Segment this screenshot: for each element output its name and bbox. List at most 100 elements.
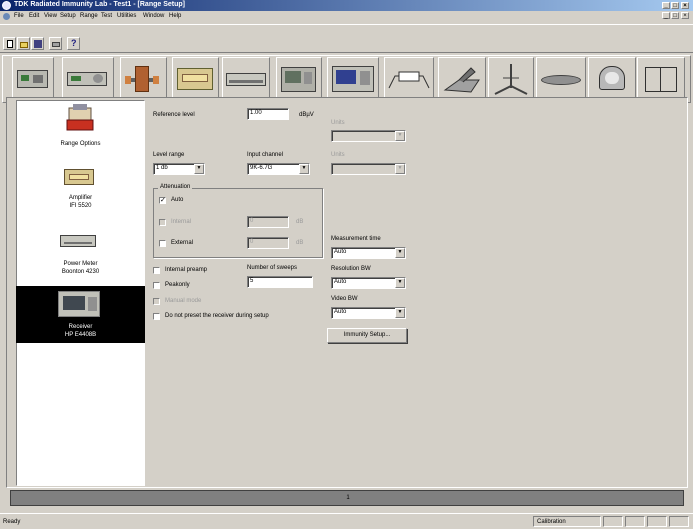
mdi-close-button[interactable]: ×	[681, 12, 689, 19]
standard-toolbar: ?	[0, 24, 693, 53]
attenuation-group-title: Attenuation	[158, 184, 193, 190]
save-icon[interactable]	[31, 37, 44, 50]
receiver-device-icon	[58, 291, 100, 317]
status-panel	[669, 516, 689, 527]
chevron-down-icon: ▼	[395, 278, 405, 288]
menu-file[interactable]: File	[14, 13, 24, 19]
menu-setup[interactable]: Setup	[60, 13, 76, 19]
resolution-bw-dropdown[interactable]: Auto ▼	[331, 277, 406, 289]
sidebar-item-sublabel: HP E4408B	[64, 332, 97, 338]
page-indicator-bar: 1	[10, 490, 684, 506]
sidebar-item-receiver[interactable]: Receiver HP E4408B	[16, 286, 145, 343]
manual-mode-label: Manual mode	[165, 298, 202, 304]
level-range-label: Level range	[153, 152, 185, 158]
attenuation-internal-value: 0	[250, 218, 254, 224]
print-icon[interactable]	[49, 37, 62, 50]
menu-utilities[interactable]: Utilities	[117, 13, 136, 19]
chevron-down-icon: ▼	[299, 164, 309, 174]
menu-help[interactable]: Help	[169, 13, 181, 19]
input-channel-dropdown[interactable]: 9K-6.7G ▼	[247, 163, 310, 175]
video-bw-value: Auto	[334, 309, 347, 315]
peakonly-label: Peakonly	[165, 282, 190, 288]
menu-window[interactable]: Window	[143, 13, 164, 19]
menu-bar: File Edit View Setup Range Test Utilitie…	[0, 11, 693, 22]
title-bar: TDK Radiated Immunity Lab - Test1 - [Ran…	[0, 0, 693, 11]
chevron-down-icon: ▼	[395, 308, 405, 318]
sidebar-item-label: Amplifier	[68, 195, 93, 201]
menu-view[interactable]: View	[44, 13, 57, 19]
units2-dropdown[interactable]: ▼	[331, 163, 406, 175]
input-channel-label: Input channel	[247, 152, 284, 158]
sidebar-item-sublabel: IFI 5520	[69, 203, 92, 209]
attenuation-external-unit: dB	[296, 240, 304, 246]
reference-level-unit: dBµV	[299, 112, 314, 118]
chevron-down-icon: ▼	[395, 164, 405, 174]
input-channel-value: 9K-6.7G	[250, 165, 273, 171]
do-not-preset-label: Do not preset the receiver during setup	[165, 313, 269, 319]
attenuation-internal-input[interactable]: 0	[247, 216, 289, 228]
video-bw-dropdown[interactable]: Auto ▼	[331, 307, 406, 319]
menu-test[interactable]: Test	[101, 13, 112, 19]
cable-icon-graphic	[388, 71, 430, 89]
minimize-button[interactable]: _	[662, 2, 670, 9]
measurement-time-dropdown[interactable]: Auto ▼	[331, 247, 406, 259]
manual-mode-checkbox[interactable]	[153, 298, 160, 305]
tripod-icon-graphic	[494, 64, 528, 95]
chevron-down-icon: ▼	[395, 131, 405, 141]
sidebar-item-amplifier[interactable]: Amplifier IFI 5520	[16, 163, 145, 217]
mdi-icon[interactable]	[3, 13, 10, 20]
status-panel	[603, 516, 623, 527]
video-bw-label: Video BW	[331, 296, 358, 302]
attenuation-auto-label: Auto	[171, 197, 184, 203]
maximize-button[interactable]: □	[671, 2, 679, 9]
page-indicator: 1	[346, 495, 350, 501]
menu-range[interactable]: Range	[80, 13, 98, 19]
chevron-down-icon: ▼	[395, 248, 405, 258]
status-panel-calibration: Calibration	[533, 516, 601, 527]
number-of-sweeps-value: 5	[250, 278, 254, 284]
status-bar: Ready Calibration	[0, 513, 693, 529]
power-meter-device-icon	[60, 235, 96, 247]
units2-label: Units	[331, 152, 345, 158]
attenuation-external-checkbox[interactable]	[159, 240, 166, 247]
number-of-sweeps-input[interactable]: 5	[247, 276, 313, 288]
menu-edit[interactable]: Edit	[29, 13, 39, 19]
number-of-sweeps-label: Number of sweeps	[247, 265, 298, 271]
peakonly-checkbox[interactable]	[153, 282, 160, 289]
app-icon[interactable]	[2, 1, 11, 10]
immunity-setup-button[interactable]: Immunity Setup...	[327, 328, 407, 343]
measurement-time-label: Measurement time	[331, 236, 381, 242]
sidebar-item-range-options[interactable]: Range Options	[16, 102, 145, 152]
sidebar-item-sublabel: Boonton 4230	[61, 269, 100, 275]
reference-level-label: Reference level	[153, 112, 195, 118]
status-text: Ready	[3, 519, 21, 525]
attenuation-internal-checkbox[interactable]	[159, 219, 166, 226]
amplifier-device-icon	[64, 169, 94, 185]
attenuation-external-input[interactable]: 0	[247, 237, 289, 249]
range-options-icon	[66, 104, 94, 131]
sidebar-item-power-meter[interactable]: Power Meter Boonton 4230	[16, 225, 145, 283]
open-icon[interactable]	[17, 37, 30, 50]
attenuation-internal-unit: dB	[296, 219, 304, 225]
attenuation-external-value: 0	[250, 239, 254, 245]
do-not-preset-checkbox[interactable]	[153, 313, 160, 320]
resolution-bw-value: Auto	[334, 279, 347, 285]
attenuation-auto-checkbox[interactable]: ✓	[159, 197, 166, 204]
mdi-minimize-button[interactable]: _	[662, 12, 670, 19]
new-icon[interactable]	[3, 37, 16, 50]
window-title: TDK Radiated Immunity Lab - Test1 - [Ran…	[14, 1, 185, 8]
level-range-value: 1 db	[156, 165, 168, 171]
sidebar-item-label: Receiver	[68, 324, 93, 330]
level-range-dropdown[interactable]: 1 db ▼	[153, 163, 205, 175]
units1-dropdown[interactable]: ▼	[331, 130, 406, 142]
mdi-maximize-button[interactable]: □	[671, 12, 679, 19]
internal-preamp-checkbox[interactable]	[153, 267, 160, 274]
status-panel	[647, 516, 667, 527]
reference-level-input[interactable]: 1.00	[247, 108, 289, 120]
close-button[interactable]: ×	[681, 2, 689, 9]
resolution-bw-label: Resolution BW	[331, 266, 371, 272]
attenuation-external-label: External	[171, 240, 194, 246]
help-icon[interactable]: ?	[67, 37, 80, 50]
internal-preamp-label: Internal preamp	[165, 267, 208, 273]
lisn-icon-graphic	[443, 67, 480, 93]
